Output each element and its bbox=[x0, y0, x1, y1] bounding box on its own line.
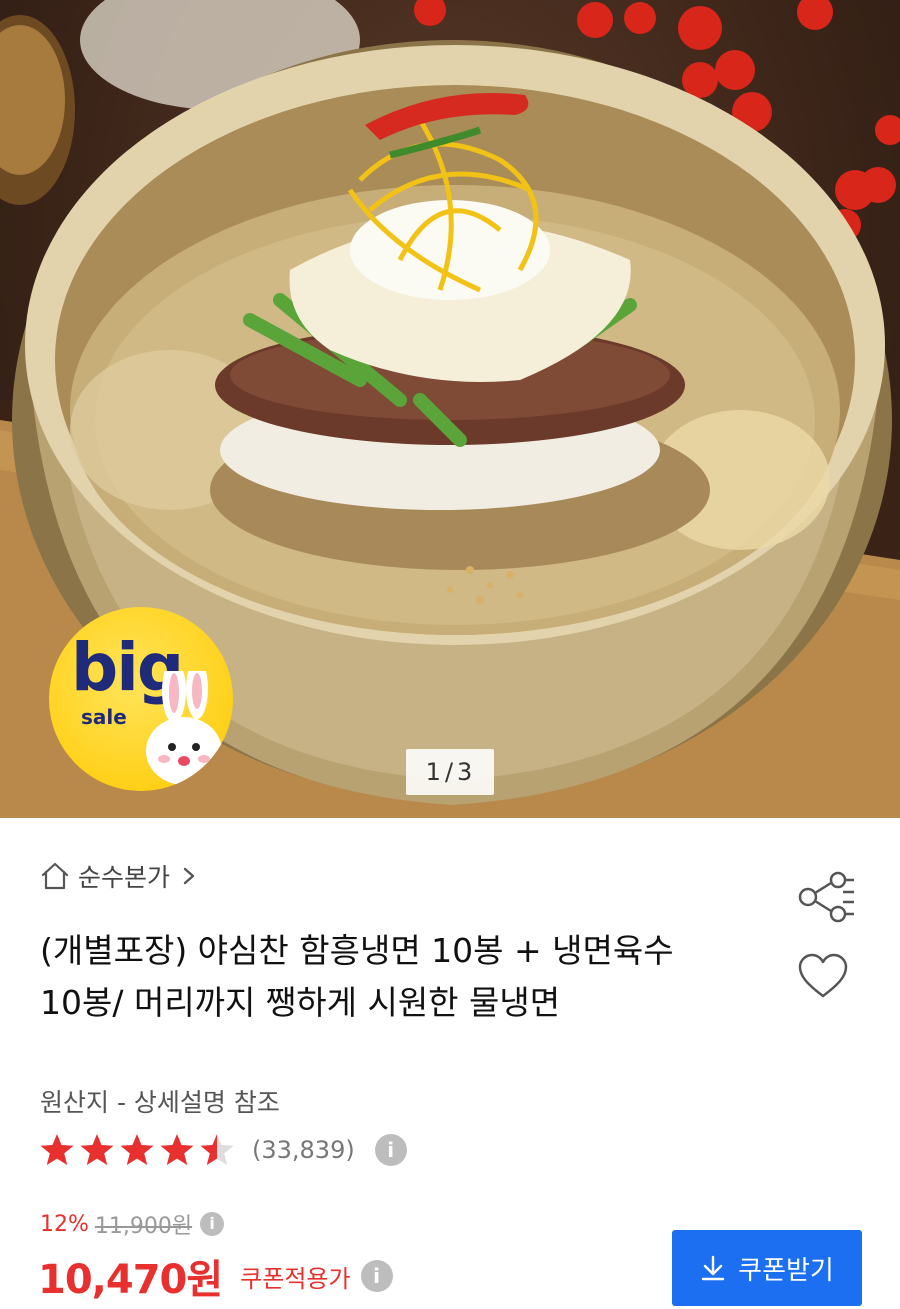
rating-row[interactable]: (33,839) i bbox=[38, 1130, 407, 1170]
final-price-label: 쿠폰적용가 bbox=[240, 1264, 351, 1293]
store-name: 순수본가 bbox=[78, 863, 171, 892]
coupon-button-label: 쿠폰받기 bbox=[738, 1255, 834, 1286]
original-price-row: 12% 11,900원 i bbox=[40, 1208, 225, 1240]
star-icon bbox=[160, 1134, 194, 1165]
share-icon[interactable] bbox=[796, 870, 858, 924]
final-price-row: 10,470원 쿠폰적용가 i bbox=[38, 1252, 393, 1303]
star-rating bbox=[38, 1132, 236, 1168]
download-icon bbox=[701, 1255, 725, 1281]
chevron-right-icon bbox=[183, 867, 195, 885]
discount-rate: 12% bbox=[40, 1211, 89, 1237]
star-icon bbox=[80, 1134, 114, 1165]
rabbit-icon bbox=[146, 671, 222, 785]
star-icon bbox=[40, 1134, 74, 1165]
gallery-pager: 1/3 bbox=[406, 749, 494, 795]
store-link[interactable]: 순수본가 bbox=[40, 858, 198, 894]
product-origin: 원산지 - 상세설명 참조 bbox=[40, 1088, 280, 1117]
product-image-gallery[interactable]: big sale 1/3 bbox=[0, 0, 900, 818]
original-price: 11,900원 bbox=[94, 1214, 193, 1239]
home-icon bbox=[41, 862, 69, 890]
info-icon[interactable]: i bbox=[200, 1212, 225, 1236]
heart-icon[interactable] bbox=[797, 952, 849, 1000]
big-sale-badge: big sale bbox=[49, 607, 233, 791]
pager-separator: / bbox=[444, 758, 456, 786]
star-icon bbox=[120, 1134, 154, 1165]
info-icon[interactable]: i bbox=[360, 1260, 393, 1292]
pager-current: 1 bbox=[425, 758, 443, 786]
badge-sale-text: sale bbox=[81, 705, 127, 729]
review-count[interactable]: (33,839) bbox=[252, 1136, 355, 1164]
product-title: (개별포장) 야심찬 함흥냉면 10봉 + 냉면육수 10봉/ 머리까지 쨍하게… bbox=[40, 931, 674, 1022]
info-icon[interactable]: i bbox=[374, 1134, 407, 1166]
final-price: 10,470원 bbox=[38, 1257, 223, 1303]
star-icon bbox=[200, 1134, 234, 1165]
pager-total: 3 bbox=[457, 758, 475, 786]
get-coupon-button[interactable]: 쿠폰받기 bbox=[672, 1230, 862, 1306]
